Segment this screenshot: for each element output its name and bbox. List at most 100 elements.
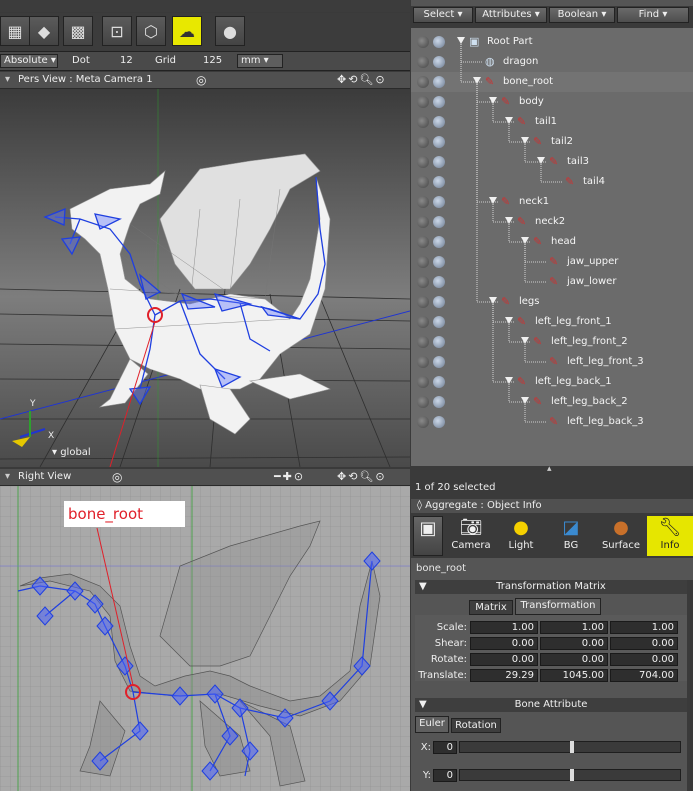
object-preview-button[interactable]: ▣: [413, 516, 443, 556]
tree-row[interactable]: ✎ left_leg_back_3: [411, 412, 693, 432]
euler-slider[interactable]: [459, 769, 681, 781]
visibility-toggle-icon[interactable]: [417, 276, 429, 288]
tree-row[interactable]: ✎ left_leg_front_3: [411, 352, 693, 372]
slider-knob[interactable]: [570, 769, 574, 781]
visibility-toggle-icon[interactable]: [417, 156, 429, 168]
tab-light[interactable]: ● Light: [497, 516, 545, 556]
lock-toggle-icon[interactable]: [433, 96, 445, 108]
lock-toggle-icon[interactable]: [433, 76, 445, 88]
view-navigation-icons[interactable]: ✥⟲🔍︎⊙: [337, 72, 387, 88]
pers-view-title[interactable]: Pers View : Meta Camera 1: [18, 72, 153, 88]
transform-value-field[interactable]: 0.00: [540, 653, 608, 666]
pers-viewport[interactable]: Y X ▾ global: [0, 89, 410, 467]
transform-value-field[interactable]: 1045.00: [540, 669, 608, 682]
tab-rotation[interactable]: Rotation: [451, 718, 501, 733]
transform-value-field[interactable]: 0.00: [470, 637, 538, 650]
expand-triangle-icon[interactable]: [473, 77, 481, 84]
visibility-toggle-icon[interactable]: [417, 256, 429, 268]
visibility-toggle-icon[interactable]: [417, 376, 429, 388]
tree-row[interactable]: ✎ legs: [411, 292, 693, 312]
vertex-move-icon[interactable]: ⊡: [102, 16, 132, 46]
tree-row[interactable]: ✎ tail2: [411, 132, 693, 152]
visibility-toggle-icon[interactable]: [417, 196, 429, 208]
tab-euler[interactable]: Euler: [415, 716, 449, 733]
lock-toggle-icon[interactable]: [433, 236, 445, 248]
tree-resize-handle-icon[interactable]: ▴: [547, 464, 552, 474]
expand-triangle-icon[interactable]: [521, 397, 529, 404]
zoom-controls-icons[interactable]: ━✚⊙: [274, 469, 305, 485]
transform-value-field[interactable]: 704.00: [610, 669, 678, 682]
lock-toggle-icon[interactable]: [433, 396, 445, 408]
select-menu[interactable]: Select ▾: [413, 7, 473, 23]
info-scrollbar[interactable]: [687, 580, 693, 791]
transform-value-field[interactable]: 0.00: [610, 653, 678, 666]
lock-toggle-icon[interactable]: [433, 216, 445, 228]
cube-icon[interactable]: ◆: [29, 16, 59, 46]
tree-row[interactable]: ✎ left_leg_back_2: [411, 392, 693, 412]
visibility-toggle-icon[interactable]: [417, 36, 429, 48]
boolean-menu[interactable]: Boolean ▾: [549, 7, 615, 23]
viewport-menu-icon[interactable]: ▾: [5, 72, 10, 88]
tree-row[interactable]: ✎ bone_root: [411, 72, 693, 92]
transform-value-field[interactable]: 0.00: [470, 653, 538, 666]
visibility-toggle-icon[interactable]: [417, 336, 429, 348]
tree-row[interactable]: ▣ Root Part: [411, 32, 693, 52]
grid-select-icon[interactable]: ▦: [0, 16, 30, 46]
lock-toggle-icon[interactable]: [433, 176, 445, 188]
visibility-toggle-icon[interactable]: [417, 136, 429, 148]
tree-row[interactable]: ✎ tail1: [411, 112, 693, 132]
tab-camera[interactable]: 📷︎ Camera: [447, 516, 495, 556]
expand-triangle-icon[interactable]: [457, 37, 465, 44]
tree-row[interactable]: ✎ left_leg_front_1: [411, 312, 693, 332]
tree-row[interactable]: ✎ body: [411, 92, 693, 112]
attributes-menu[interactable]: Attributes ▾: [475, 7, 547, 23]
lock-toggle-icon[interactable]: [433, 196, 445, 208]
transform-value-field[interactable]: 0.00: [610, 637, 678, 650]
expand-triangle-icon[interactable]: [537, 157, 545, 164]
lock-toggle-icon[interactable]: [433, 376, 445, 388]
euler-value-field[interactable]: 0: [433, 741, 457, 754]
skin-tool-icon[interactable]: ☁: [172, 16, 202, 46]
tab-surface[interactable]: ● Surface: [597, 516, 645, 556]
coordinate-mode-select[interactable]: Absolute ▾: [0, 54, 58, 68]
lock-toggle-icon[interactable]: [433, 56, 445, 68]
expand-triangle-icon[interactable]: [521, 137, 529, 144]
euler-slider[interactable]: [459, 741, 681, 753]
right-viewport[interactable]: bone_root: [0, 486, 410, 791]
lock-toggle-icon[interactable]: [433, 356, 445, 368]
expand-triangle-icon[interactable]: [505, 117, 513, 124]
expand-triangle-icon[interactable]: [489, 197, 497, 204]
tree-row[interactable]: ✎ jaw_lower: [411, 272, 693, 292]
transform-value-field[interactable]: 1.00: [610, 621, 678, 634]
transform-value-field[interactable]: 29.29: [470, 669, 538, 682]
sphere-icon[interactable]: ●: [215, 16, 245, 46]
tab-matrix[interactable]: Matrix: [469, 600, 513, 615]
lock-toggle-icon[interactable]: [433, 256, 445, 268]
unit-select[interactable]: mm ▾: [237, 54, 283, 68]
tree-row[interactable]: ✎ tail4: [411, 172, 693, 192]
tree-row[interactable]: ✎ left_leg_back_1: [411, 372, 693, 392]
tree-row[interactable]: ✎ neck2: [411, 212, 693, 232]
euler-value-field[interactable]: 0: [433, 769, 457, 782]
visibility-toggle-icon[interactable]: [417, 396, 429, 408]
lock-toggle-icon[interactable]: [433, 116, 445, 128]
tree-row[interactable]: ✎ jaw_upper: [411, 252, 693, 272]
bone-section-header[interactable]: ▼ Bone Attribute: [415, 698, 687, 712]
tree-row[interactable]: ✎ head: [411, 232, 693, 252]
slider-knob[interactable]: [570, 741, 574, 753]
lock-toggle-icon[interactable]: [433, 416, 445, 428]
viewport-menu-icon[interactable]: ▾: [5, 469, 10, 485]
right-view-title[interactable]: Right View: [18, 469, 71, 485]
visibility-toggle-icon[interactable]: [417, 96, 429, 108]
transform-value-field[interactable]: 1.00: [470, 621, 538, 634]
tab-info[interactable]: 🔧︎ Info: [647, 516, 693, 556]
camera-target-icon[interactable]: ◎: [196, 72, 206, 88]
lock-toggle-icon[interactable]: [433, 276, 445, 288]
coordinate-system-label[interactable]: ▾ global: [52, 447, 91, 458]
tree-row[interactable]: ✎ tail3: [411, 152, 693, 172]
tab-transformation[interactable]: Transformation: [515, 598, 601, 615]
lock-toggle-icon[interactable]: [433, 136, 445, 148]
visibility-toggle-icon[interactable]: [417, 216, 429, 228]
transform-value-field[interactable]: 1.00: [540, 621, 608, 634]
camera-target-icon[interactable]: ◎: [112, 469, 122, 485]
